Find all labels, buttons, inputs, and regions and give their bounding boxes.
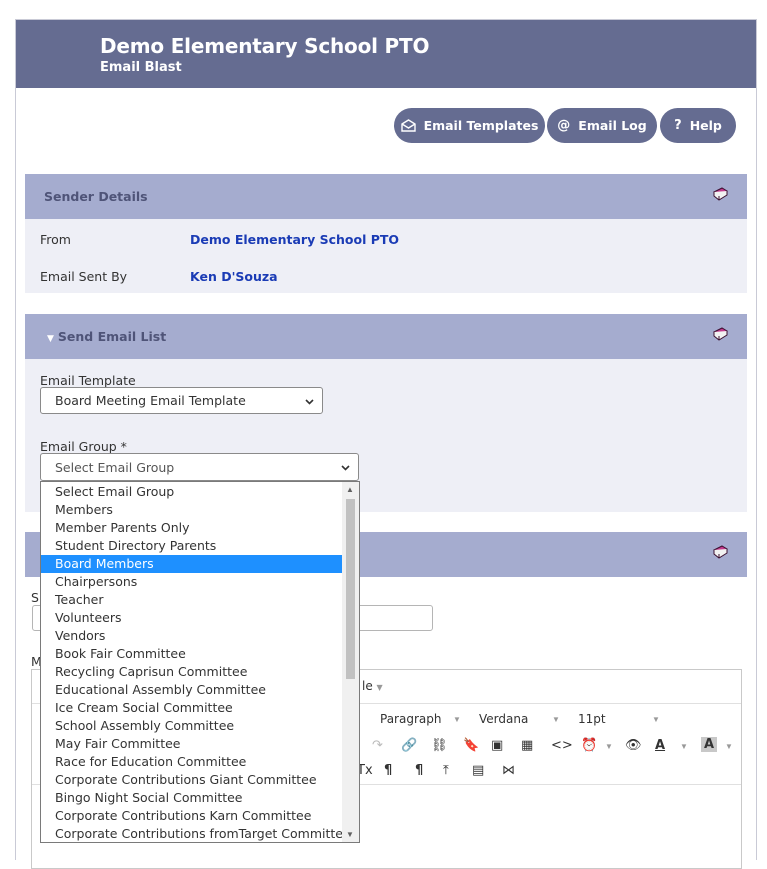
sender-details-body: From Demo Elementary School PTO Email Se…	[25, 219, 747, 293]
dropdown-option[interactable]: Educational Assembly Committee	[41, 681, 343, 699]
media-icon[interactable]: ▦	[521, 738, 533, 753]
dropdown-option[interactable]: Corporate Contributions fromTarget Commi…	[41, 825, 351, 842]
size-caret-icon: ▼	[652, 715, 660, 724]
background-color-caret-icon: ▼	[725, 742, 733, 751]
redo-icon[interactable]: ↷	[372, 738, 383, 753]
ltr-paragraph-icon[interactable]: ¶	[384, 763, 392, 778]
book-icon[interactable]	[712, 187, 729, 205]
text-color-caret-icon: ▼	[680, 742, 688, 751]
dropdown-option[interactable]: Teacher	[41, 591, 343, 609]
dropdown-option[interactable]: Corporate Contributions Giant Committee	[41, 771, 343, 789]
size-select[interactable]: 11pt	[578, 712, 606, 726]
envelope-open-icon	[400, 119, 416, 132]
dropdown-option[interactable]: Race for Education Committee	[41, 753, 343, 771]
caret-down-icon: ▼	[47, 334, 54, 344]
page-title: Demo Elementary School PTO	[100, 34, 430, 58]
dropdown-option[interactable]: Chairpersons	[41, 573, 343, 591]
text-color-icon[interactable]: A	[655, 738, 665, 753]
question-mark-icon: ?	[674, 118, 682, 133]
help-label: Help	[689, 118, 722, 133]
upload-icon[interactable]: ⤒	[443, 763, 449, 778]
code-icon[interactable]: <>	[551, 738, 573, 753]
background-color-icon[interactable]: A	[701, 737, 718, 752]
bookmark-icon[interactable]: 🔖	[463, 738, 479, 753]
rtl-paragraph-icon[interactable]: ¶	[415, 763, 423, 778]
font-caret-icon: ▼	[552, 715, 560, 724]
page-subtitle: Email Blast	[100, 60, 182, 75]
alarm-icon[interactable]: ⏰	[581, 738, 597, 753]
scroll-up-icon[interactable]: ▲	[346, 485, 354, 494]
format-caret-icon: ▼	[453, 715, 461, 724]
sent-by-value: Ken D'Souza	[190, 269, 278, 284]
from-value: Demo Elementary School PTO	[190, 232, 400, 247]
dropdown-option[interactable]: School Assembly Committee	[41, 717, 343, 735]
unlink-icon[interactable]: ⛓	[431, 738, 448, 753]
dropdown-scrollbar[interactable]: ▲ ▼	[342, 482, 359, 842]
email-template-select[interactable]: Board Meeting Email Template	[40, 387, 323, 414]
scrollbar-thumb[interactable]	[346, 499, 355, 679]
email-template-value: Board Meeting Email Template	[55, 393, 246, 408]
send-email-list-toggle[interactable]: ▼ Send Email List	[47, 329, 166, 344]
dropdown-option[interactable]: Corporate Contributions Karn Committee	[41, 807, 343, 825]
sender-details-heading: Sender Details	[44, 189, 148, 204]
book-icon[interactable]	[712, 327, 729, 345]
book-icon[interactable]	[712, 545, 729, 563]
sender-details-header: Sender Details	[25, 174, 747, 219]
link-icon[interactable]: 🔗	[401, 738, 417, 753]
page-header: Demo Elementary School PTO Email Blast	[16, 20, 756, 88]
preview-eye-icon[interactable]: 👁	[625, 738, 642, 753]
email-log-button[interactable]: @ Email Log	[547, 108, 657, 143]
at-sign-icon: @	[557, 118, 571, 133]
email-templates-label: Email Templates	[423, 118, 539, 133]
email-log-label: Email Log	[578, 118, 647, 133]
dropdown-option[interactable]: Bingo Night Social Committee	[41, 789, 343, 807]
help-button[interactable]: ? Help	[660, 108, 736, 143]
dropdown-option[interactable]: Ice Cream Social Committee	[41, 699, 343, 717]
dropdown-option[interactable]: Recycling Caprisun Committee	[41, 663, 343, 681]
dropdown-option[interactable]: Vendors	[41, 627, 343, 645]
dropdown-option[interactable]: Member Parents Only	[41, 519, 343, 537]
dropdown-option[interactable]: Volunteers	[41, 609, 343, 627]
scroll-down-icon[interactable]: ▼	[346, 830, 354, 839]
email-group-dropdown[interactable]: Select Email Group Members Member Parents …	[40, 481, 360, 843]
subject-label-fragment: S	[31, 590, 39, 605]
font-select[interactable]: Verdana	[479, 712, 528, 726]
dropdown-option[interactable]: May Fair Committee	[41, 735, 343, 753]
editor-menu-fragment[interactable]: le ▼	[362, 679, 383, 693]
format-select[interactable]: Paragraph	[380, 712, 441, 726]
email-group-select[interactable]: Select Email Group	[40, 453, 359, 481]
dropdown-option[interactable]: Select Email Group	[41, 483, 343, 501]
email-template-label: Email Template	[40, 373, 136, 388]
email-group-options[interactable]: Select Email Group Members Member Parents …	[41, 483, 351, 842]
image-icon[interactable]: ▣	[491, 738, 503, 753]
table-icon[interactable]: ▤	[472, 763, 484, 778]
email-group-label: Email Group *	[40, 439, 127, 454]
email-templates-button[interactable]: Email Templates	[394, 108, 545, 143]
send-email-list-header[interactable]: ▼ Send Email List	[25, 314, 747, 359]
dropdown-option[interactable]: Members	[41, 501, 343, 519]
dropdown-option[interactable]: Board Members	[41, 555, 343, 573]
alarm-caret-icon: ▼	[605, 742, 613, 751]
send-email-list-heading: Send Email List	[57, 329, 167, 344]
chevron-down-icon	[340, 461, 351, 476]
dropdown-option[interactable]: Book Fair Committee	[41, 645, 343, 663]
from-label: From	[40, 232, 71, 247]
dropdown-option[interactable]: Student Directory Parents	[41, 537, 343, 555]
sent-by-label: Email Sent By	[40, 269, 128, 284]
page-break-icon[interactable]: ⋈	[502, 763, 515, 778]
email-group-value: Select Email Group	[55, 459, 175, 475]
chevron-down-icon	[304, 395, 315, 410]
